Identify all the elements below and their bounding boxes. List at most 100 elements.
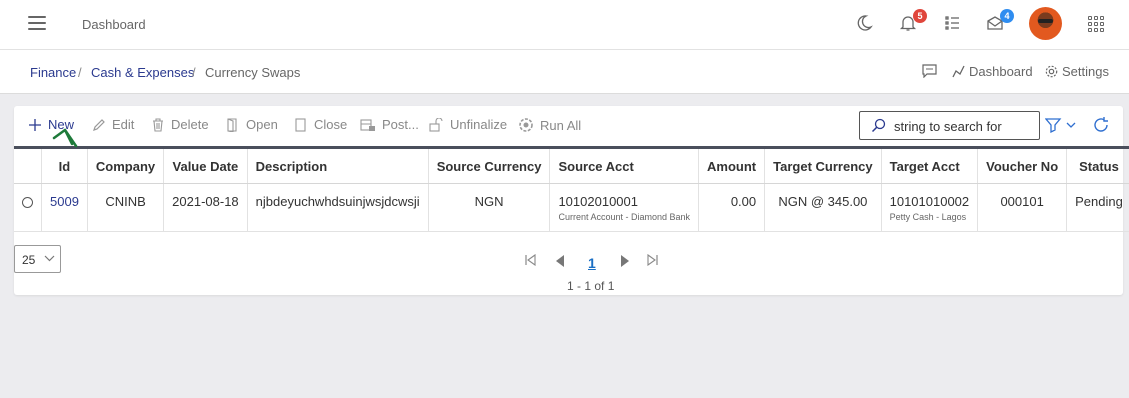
cell-source-acct: 10102010001 Current Account - Diamond Ba…: [549, 183, 700, 232]
caret-left-icon: [556, 255, 564, 267]
column-header-source-currency[interactable]: Source Currency: [428, 146, 551, 184]
column-header-target-acct[interactable]: Target Acct: [881, 146, 979, 184]
cell-voucher-no: 000101: [977, 183, 1068, 232]
previous-page-button[interactable]: [554, 254, 566, 271]
row-select-cell: [14, 183, 42, 232]
dark-mode-moon-icon[interactable]: [855, 14, 875, 34]
run-all-button-label: Run All: [540, 117, 582, 133]
first-page-icon: [525, 253, 536, 267]
first-page-button[interactable]: [524, 253, 536, 269]
cell-description: njbdeyuchwhdsuinjwsjdcwsji: [247, 183, 429, 232]
cell-id: 5009: [41, 183, 88, 232]
column-header-amount[interactable]: Amount: [698, 146, 766, 184]
comment-icon[interactable]: [922, 64, 937, 81]
run-gear-icon: [519, 118, 533, 132]
column-header-source-acct[interactable]: Source Acct: [549, 146, 700, 184]
app-title: Dashboard: [82, 17, 146, 32]
edit-button[interactable]: Edit: [92, 117, 134, 132]
notifications-bell-icon[interactable]: 5: [899, 9, 927, 34]
cell-value-date: 2021-08-18: [163, 183, 248, 232]
door-closed-icon: [295, 117, 306, 132]
unfinalize-button-label: Unfinalize: [450, 117, 508, 132]
next-page-button[interactable]: [619, 254, 631, 271]
search-icon: [871, 118, 886, 133]
page-size-value: 25: [22, 253, 36, 267]
post-button-label: Post...: [382, 117, 419, 132]
column-header-company[interactable]: Company: [87, 146, 165, 184]
door-open-icon: [227, 117, 237, 132]
top-bar: Dashboard 5 4: [0, 0, 1129, 50]
current-page-number[interactable]: 1: [588, 255, 596, 271]
source-acct-name: Current Account - Diamond Bank: [558, 212, 691, 222]
caret-right-icon: [621, 255, 629, 267]
column-header-voucher-no[interactable]: Voucher No: [977, 146, 1068, 184]
breadcrumb-bar: Finance / Cash & Expenses / Currency Swa…: [0, 50, 1129, 94]
select-column-header: [14, 146, 42, 184]
post-ledger-icon: [360, 118, 375, 131]
notifications-badge: 5: [913, 9, 927, 23]
column-header-id[interactable]: Id: [41, 146, 88, 184]
table-header-row: Id Company Value Date Description Source…: [14, 146, 1129, 184]
cell-target-acct: 10101010002 Petty Cash - Lagos: [881, 183, 979, 232]
currency-swaps-table: Id Company Value Date Description Source…: [14, 146, 1129, 232]
messages-badge: 4: [1000, 9, 1014, 23]
breadcrumb-separator: /: [192, 65, 196, 80]
breadcrumb-finance[interactable]: Finance: [30, 65, 76, 80]
gear-icon: [1045, 65, 1058, 78]
refresh-button[interactable]: [1092, 116, 1110, 137]
source-acct-number: 10102010001: [558, 194, 638, 209]
dashboard-link-label: Dashboard: [969, 64, 1033, 79]
breadcrumb-separator: /: [78, 65, 82, 80]
refresh-icon: [1094, 117, 1108, 132]
post-button[interactable]: Post...: [360, 117, 419, 132]
grid-panel: New Edit Delete Open Close Post... Unfin…: [14, 106, 1129, 295]
column-header-target-currency[interactable]: Target Currency: [764, 146, 882, 184]
delete-button[interactable]: Delete: [151, 117, 209, 132]
target-acct-name: Petty Cash - Lagos: [889, 212, 967, 222]
run-all-button[interactable]: Run All: [518, 117, 581, 133]
plus-icon: [29, 118, 41, 131]
column-header-description[interactable]: Description: [247, 146, 429, 184]
cell-status: Pending: [1066, 183, 1129, 232]
search-input[interactable]: string to search for: [859, 111, 1040, 140]
messages-envelope-icon[interactable]: 4: [986, 9, 1014, 34]
toolbar: New Edit Delete Open Close Post... Unfin…: [14, 106, 1123, 146]
open-button-label: Open: [246, 117, 278, 132]
hamburger-menu-icon[interactable]: [28, 16, 46, 30]
open-button[interactable]: Open: [226, 117, 278, 132]
page-size-select[interactable]: 25: [14, 245, 61, 273]
close-button[interactable]: Close: [294, 117, 347, 132]
row-select-radio[interactable]: [22, 197, 33, 208]
filter-dropdown[interactable]: [1044, 117, 1077, 136]
chart-line-icon: [952, 65, 965, 78]
cell-amount: 0.00: [698, 183, 766, 232]
settings-link-label: Settings: [1062, 64, 1109, 79]
column-header-status[interactable]: Status: [1066, 146, 1129, 184]
pencil-icon: [93, 118, 105, 131]
cell-target-currency: NGN @ 345.00: [764, 183, 882, 232]
column-header-value-date[interactable]: Value Date: [163, 146, 248, 184]
pagination-summary: 1 - 1 of 1: [567, 279, 615, 293]
unfinalize-button[interactable]: Unfinalize: [428, 117, 507, 132]
filter-icon: [1044, 118, 1076, 134]
dashboard-link[interactable]: Dashboard: [952, 64, 1033, 79]
search-placeholder: string to search for: [894, 119, 1002, 134]
delete-button-label: Delete: [171, 117, 209, 132]
record-id-link[interactable]: 5009: [50, 194, 79, 209]
breadcrumb-cash-expenses[interactable]: Cash & Expenses: [91, 65, 194, 80]
chevron-down-icon: [44, 255, 55, 262]
close-button-label: Close: [314, 117, 348, 132]
target-acct-number: 10101010002: [889, 194, 970, 209]
settings-link[interactable]: Settings: [1045, 64, 1109, 79]
cell-company: CNINB: [87, 183, 165, 232]
annotation-arrow-icon: [52, 128, 78, 148]
user-avatar[interactable]: [1029, 7, 1062, 40]
cell-source-currency: NGN: [428, 183, 551, 232]
edit-button-label: Edit: [112, 117, 135, 132]
last-page-icon: [647, 253, 658, 267]
apps-grid-icon[interactable]: [1088, 16, 1104, 32]
last-page-button[interactable]: [647, 253, 659, 269]
task-list-icon[interactable]: [944, 14, 964, 34]
table-row[interactable]: 5009 CNINB 2021-08-18 njbdeyuchwhdsuinjw…: [14, 183, 1129, 232]
breadcrumb-currency-swaps: Currency Swaps: [205, 65, 301, 80]
